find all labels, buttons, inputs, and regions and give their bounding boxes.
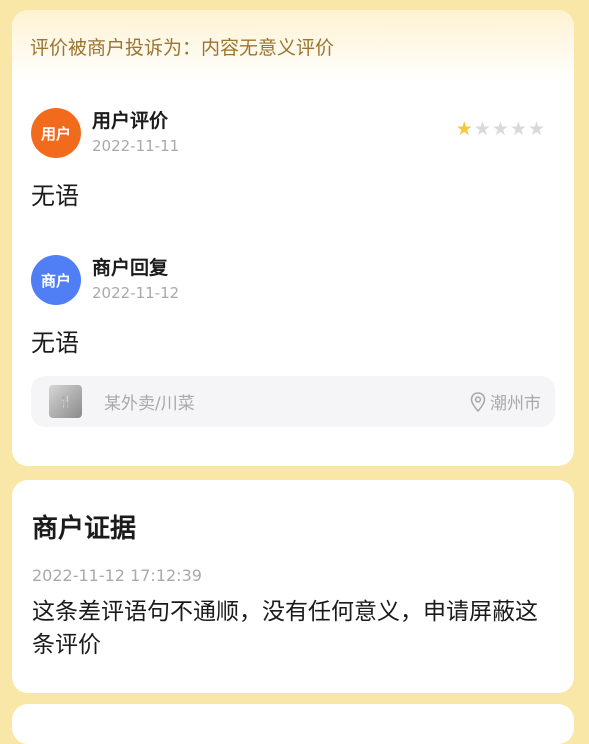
merchant-evidence-card: 商户证据 2022-11-12 17:12:39 这条差评语句不通顺，没有任何意… [12,480,574,693]
star-empty-icon: ★ [473,118,492,140]
next-card-partial [12,704,574,744]
merchant-reply-content: 无语 [31,329,79,357]
user-avatar: 用户 [31,108,81,158]
review-card: 评价被商户投诉为：内容无意义评价 用户 用户评价 2022-11-11 ★★★★… [12,10,574,466]
evidence-text: 这条差评语句不通顺，没有任何意义，申请屏蔽这条评价 [32,599,538,658]
evidence-timestamp: 2022-11-12 17:12:39 [32,566,202,585]
user-review-title: 用户评价 [92,110,169,132]
store-name: 某外卖/川菜 [104,394,195,414]
merchant-avatar: 商户 [31,255,81,305]
merchant-reply-date: 2022-11-12 [92,284,180,302]
user-review-date: 2022-11-11 [92,137,180,155]
food-thumbnail-icon: 🍴 [49,385,82,418]
evidence-title: 商户证据 [32,514,137,544]
complaint-reason: 评价被商户投诉为：内容无意义评价 [30,36,335,59]
store-location: 潮州市 [470,389,541,414]
user-review-block: 用户 用户评价 2022-11-11 ★★★★★ 无语 [12,108,574,211]
merchant-reply-header: 商户 商户回复 2022-11-12 [31,255,555,305]
rating-stars: ★★★★★ [456,118,546,140]
star-empty-icon: ★ [509,118,528,140]
star-empty-icon: ★ [527,118,546,140]
merchant-reply-title: 商户回复 [92,257,169,279]
complaint-banner: 评价被商户投诉为：内容无意义评价 [12,10,574,82]
store-city-label: 潮州市 [490,394,541,414]
merchant-reply-block: 商户 商户回复 2022-11-12 无语 [12,255,574,358]
star-filled-icon: ★ [455,118,474,140]
location-pin-icon [470,391,486,412]
star-empty-icon: ★ [491,118,510,140]
user-review-header: 用户 用户评价 2022-11-11 ★★★★★ [31,108,555,158]
user-review-content: 无语 [31,182,79,210]
store-bar[interactable]: 🍴 某外卖/川菜 潮州市 [31,376,555,427]
